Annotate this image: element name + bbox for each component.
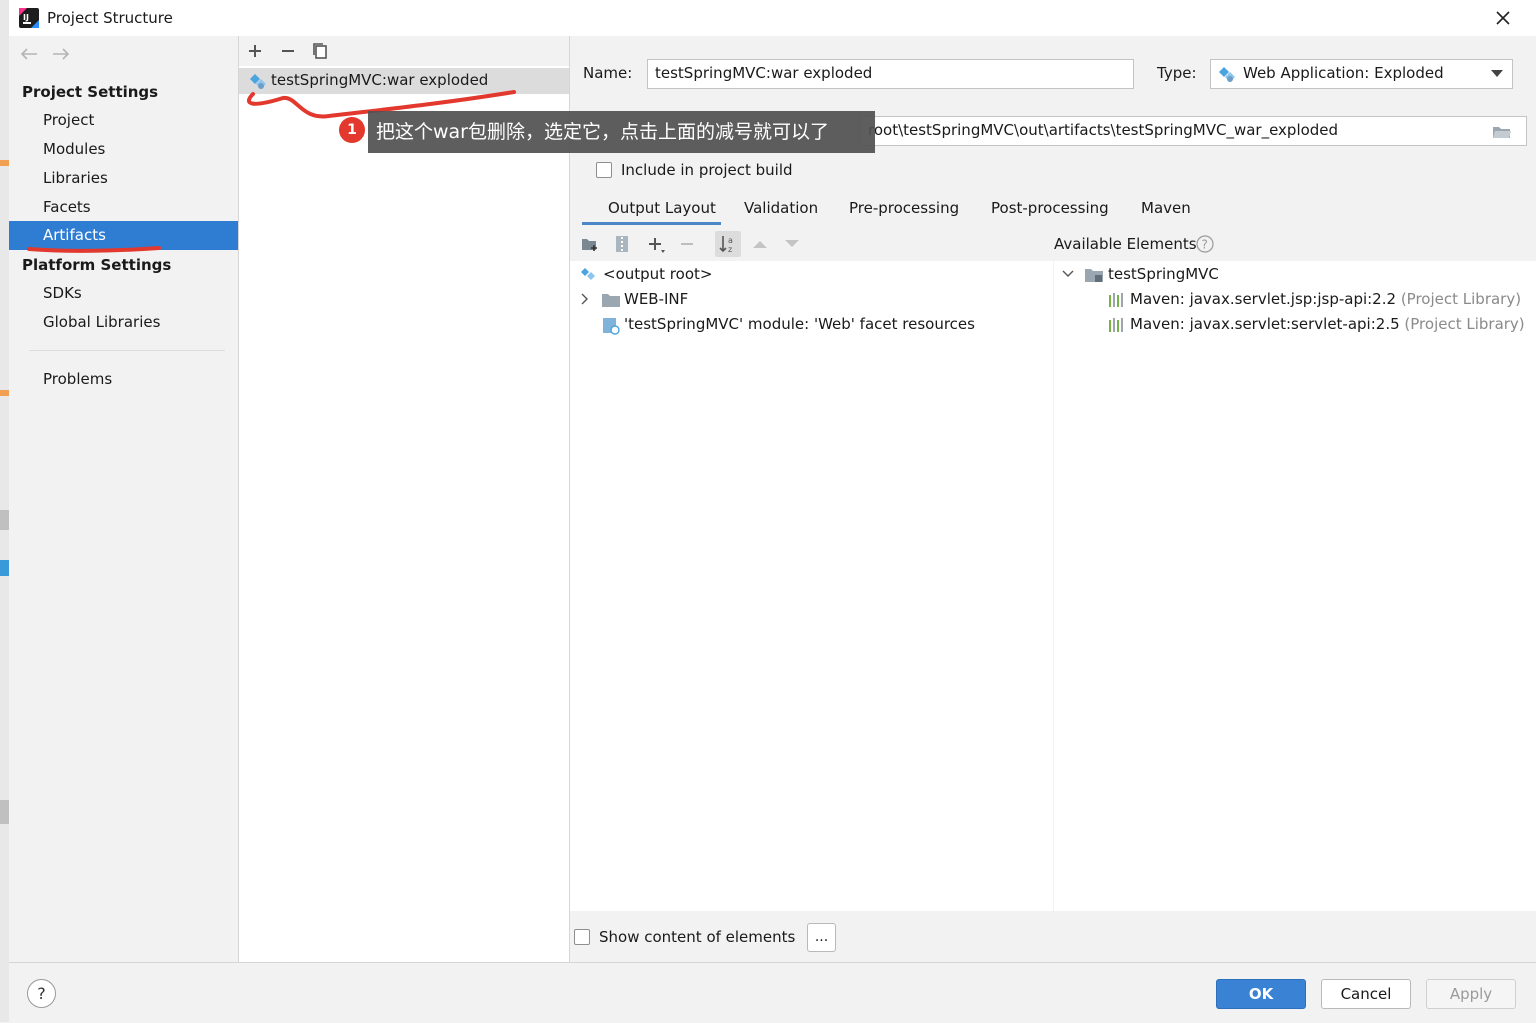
nav-item-facets[interactable]: Facets: [9, 193, 238, 221]
chevron-down-icon: [1491, 70, 1503, 78]
artifacts-toolbar: [239, 36, 569, 66]
nav-item-problems[interactable]: Problems: [9, 365, 238, 393]
help-icon[interactable]: ?: [1196, 235, 1214, 253]
new-directory-icon[interactable]: [581, 236, 599, 252]
svg-text:z: z: [728, 245, 732, 254]
name-label: Name:: [583, 64, 633, 82]
copy-icon[interactable]: [312, 42, 328, 60]
dialog-footer: ? OK Cancel Apply: [9, 962, 1536, 1023]
nav-item-global-libraries[interactable]: Global Libraries: [9, 308, 238, 336]
library-icon: [1108, 318, 1126, 332]
folder-icon: [601, 292, 621, 308]
library-name: Maven: javax.servlet:servlet-api:2.5: [1130, 315, 1400, 333]
intellij-app-icon: IJ: [19, 8, 39, 28]
tab-validation[interactable]: Validation: [744, 199, 818, 217]
move-down-icon[interactable]: [784, 239, 800, 249]
svg-text:a: a: [728, 236, 733, 245]
module-folder-icon: [1084, 267, 1104, 283]
folder-browse-icon[interactable]: [1492, 124, 1512, 140]
tab-pre-processing[interactable]: Pre-processing: [849, 199, 959, 217]
output-directory-input[interactable]: root\testSpringMVC\out\artifacts\testSpr…: [860, 116, 1527, 146]
platform-settings-header: Platform Settings: [22, 256, 172, 274]
available-elements-tree: testSpringMVC Maven: javax.servlet.jsp:j…: [1054, 261, 1536, 911]
forward-arrow-icon[interactable]: [51, 46, 71, 62]
nav-item-modules[interactable]: Modules: [9, 135, 238, 163]
remove-icon[interactable]: [280, 43, 296, 59]
chevron-down-icon[interactable]: [1062, 269, 1074, 279]
nav-item-libraries[interactable]: Libraries: [9, 164, 238, 192]
facet-resources-icon: [602, 317, 620, 335]
annotation-callout: 把这个war包删除，选定它，点击上面的减号就可以了: [368, 111, 875, 153]
artifact-details: Name: testSpringMVC:war exploded Type: W…: [570, 36, 1536, 962]
name-input[interactable]: testSpringMVC:war exploded: [647, 59, 1134, 89]
remove-element-icon[interactable]: [679, 236, 695, 252]
include-in-build-checkbox[interactable]: [596, 162, 612, 178]
tab-maven[interactable]: Maven: [1141, 199, 1191, 217]
library-scope: (Project Library): [1404, 315, 1525, 333]
type-label: Type:: [1157, 64, 1197, 82]
tree-item-output-root[interactable]: <output root>: [603, 265, 712, 283]
ellipsis-button[interactable]: ...: [807, 923, 836, 952]
project-settings-header: Project Settings: [22, 83, 159, 101]
settings-navigation: Project Settings Project Modules Librari…: [9, 36, 239, 962]
library-name: Maven: javax.servlet.jsp:jsp-api:2.2: [1130, 290, 1397, 308]
active-tab-indicator: [582, 222, 721, 225]
library-icon: [1108, 293, 1126, 307]
add-icon[interactable]: [247, 43, 263, 59]
show-content-checkbox[interactable]: [574, 929, 590, 945]
tree-item-web-inf[interactable]: WEB-INF: [624, 290, 688, 308]
help-button[interactable]: ?: [27, 979, 56, 1008]
output-layout-tree: <output root> WEB-INF 'testSpringMVC' mo…: [570, 261, 1053, 911]
tree-item-library[interactable]: Maven: javax.servlet:servlet-api:2.5 (Pr…: [1130, 315, 1525, 333]
library-scope: (Project Library): [1400, 290, 1522, 308]
nav-divider: [29, 350, 225, 351]
type-select-value: Web Application: Exploded: [1243, 64, 1444, 82]
window-title: Project Structure: [47, 9, 173, 27]
cancel-button[interactable]: Cancel: [1321, 979, 1411, 1009]
project-structure-dialog: IJ Project Structure Project Settings Pr…: [9, 0, 1536, 1023]
output-layout-toolbar: az Available Elements ?: [570, 228, 1536, 260]
nav-item-sdks[interactable]: SDKs: [9, 279, 238, 307]
title-bar: IJ Project Structure: [9, 0, 1536, 36]
type-select[interactable]: Web Application: Exploded: [1210, 59, 1513, 89]
back-arrow-icon[interactable]: [19, 46, 39, 62]
show-content-label: Show content of elements: [599, 928, 796, 946]
move-up-icon[interactable]: [752, 239, 768, 249]
close-icon[interactable]: [1491, 6, 1515, 30]
chevron-right-icon[interactable]: [580, 293, 590, 305]
tree-item-facet-resources[interactable]: 'testSpringMVC' module: 'Web' facet reso…: [624, 315, 975, 333]
apply-button[interactable]: Apply: [1426, 979, 1516, 1009]
nav-item-project[interactable]: Project: [9, 106, 238, 134]
svg-text:?: ?: [1202, 238, 1208, 252]
add-copy-icon[interactable]: [647, 236, 667, 254]
tab-output-layout[interactable]: Output Layout: [608, 199, 716, 217]
include-in-build-label: Include in project build: [621, 161, 793, 179]
artifacts-list-panel: testSpringMVC:war exploded: [239, 36, 570, 962]
tab-post-processing[interactable]: Post-processing: [991, 199, 1109, 217]
svg-text:IJ: IJ: [23, 13, 29, 22]
output-root-icon: [580, 267, 596, 283]
red-underline-annotation: [27, 243, 167, 255]
tree-item-module[interactable]: testSpringMVC: [1108, 265, 1219, 283]
archive-icon[interactable]: [615, 235, 629, 253]
ok-button[interactable]: OK: [1216, 979, 1306, 1009]
sort-alphabetically-icon[interactable]: az: [715, 231, 741, 257]
annotation-badge: 1: [339, 117, 365, 143]
web-artifact-icon: [1218, 66, 1236, 84]
available-elements-label: Available Elements: [1054, 235, 1197, 253]
tree-item-library[interactable]: Maven: javax.servlet.jsp:jsp-api:2.2 (Pr…: [1130, 290, 1521, 308]
